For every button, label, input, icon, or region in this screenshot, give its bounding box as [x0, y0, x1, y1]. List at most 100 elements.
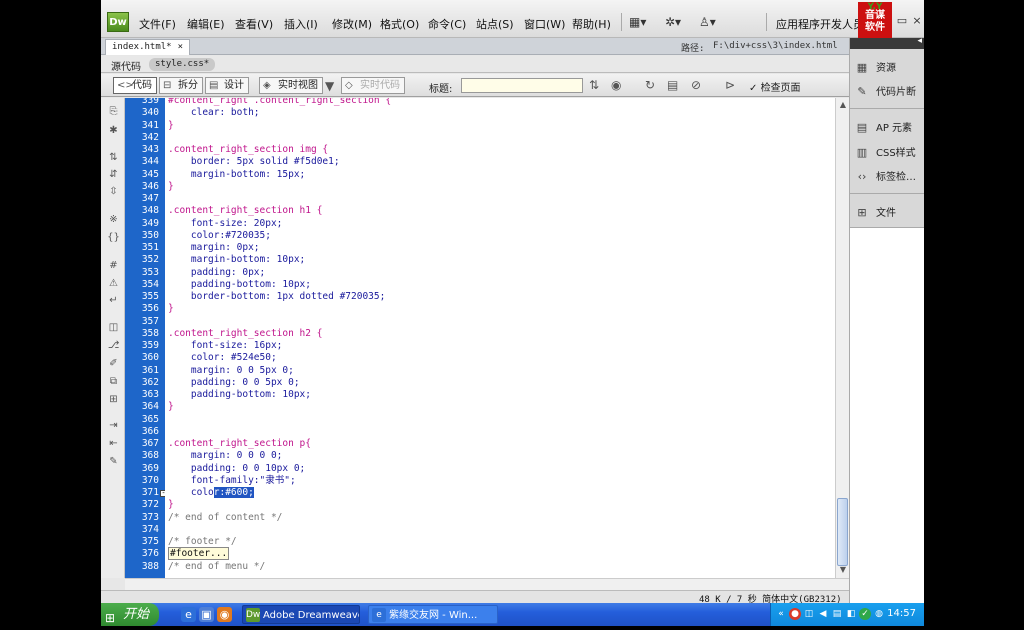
tray-network-icon[interactable]: ◫ [803, 608, 815, 620]
menu-help[interactable]: 帮助(H) [572, 16, 611, 32]
menu-format[interactable]: 格式(O) [380, 16, 419, 32]
menu-commands[interactable]: 命令(C) [428, 16, 466, 32]
indent-code-icon[interactable]: ⇥ [107, 420, 120, 432]
line-number-gutter: 339 340 341 342 343 344 345 346 347 348 349 350 351 3… [125, 98, 165, 578]
start-button[interactable]: ⊞ 开始 [101, 603, 159, 626]
style-css-tab[interactable]: style.css* [149, 58, 216, 71]
show-desktop-icon[interactable]: ▣ [199, 607, 214, 622]
line-number: 355 [141, 291, 159, 302]
panel-ap-elements[interactable]: ▤ AP 元素 [855, 120, 912, 136]
menu-insert[interactable]: 插入(I) [284, 16, 318, 32]
title-input[interactable] [461, 78, 583, 93]
word-wrap-icon[interactable]: ↵ [107, 295, 120, 307]
file-management-icon[interactable]: ⇅ [589, 78, 599, 92]
code-line: border: 5px solid #f5d0e1; [168, 156, 340, 168]
extend-icon[interactable]: ✲▾ [665, 15, 681, 29]
source-code-link[interactable]: 源代码 [111, 58, 141, 73]
refresh-icon[interactable]: ↻ [645, 78, 655, 92]
layout-icon[interactable]: ▦▾ [629, 15, 646, 29]
outdent-code-icon[interactable]: ⇤ [107, 438, 120, 450]
status-text: 48 K / 7 秒 简体中文(GB2312) [699, 595, 842, 603]
menu-edit[interactable]: 编辑(E) [187, 16, 225, 32]
code-text: .content_right_section p{ [168, 438, 311, 449]
code-line: font-family:"隶书"; [168, 475, 296, 487]
highlight-invalid-icon[interactable]: ⚠ [107, 278, 120, 290]
panel-assets[interactable]: ▦ 资源 [855, 60, 896, 76]
line-number: 373 [141, 511, 159, 523]
split-view-button[interactable]: ⊟ 拆分 [159, 77, 203, 94]
line-number: 339 [141, 98, 159, 106]
tray-arrow-icon[interactable]: « [775, 608, 787, 620]
scroll-up-icon[interactable]: ▲ [838, 100, 848, 110]
clock: 14:57 [887, 608, 916, 619]
live-code-button[interactable]: ◇ 实时代码 [341, 77, 405, 94]
select-parent-tag-icon[interactable]: ※ [107, 214, 120, 226]
wrap-tag-icon[interactable]: ⧉ [107, 376, 120, 388]
panel-snippets[interactable]: ✎ 代码片断 [855, 84, 916, 100]
visual-aids-icon[interactable]: ⊘ [691, 78, 701, 92]
code-text: clear: both; [168, 107, 260, 119]
split-view-label: 拆分 [178, 80, 198, 91]
code-text: /* end of menu */ [168, 560, 266, 572]
panel-tag-inspector[interactable]: ‹› 标签检… [855, 169, 916, 185]
format-source-icon[interactable]: ✎ [107, 456, 120, 468]
open-documents-icon[interactable]: ⎘ [107, 106, 120, 118]
tray-ime-icon[interactable]: ▤ [831, 608, 843, 620]
menu-file[interactable]: 文件(F) [139, 16, 176, 32]
line-number: 345 [141, 168, 159, 180]
minimize-icon[interactable]: ▭ [895, 14, 909, 28]
menu-view[interactable]: 查看(V) [235, 16, 273, 32]
collapse-tag-icon[interactable]: ⇅ [107, 152, 120, 164]
expand-all-icon[interactable]: ⇳ [107, 186, 120, 198]
scroll-down-icon[interactable]: ▼ [838, 565, 848, 575]
code-text: margin: 0 0 0 0; [168, 450, 283, 462]
show-code-navigator-icon[interactable]: ✱ [107, 125, 120, 137]
view-options-icon[interactable]: ▤ [667, 78, 678, 92]
live-view-dropdown-icon[interactable]: ▼ [325, 79, 334, 93]
recent-snippets-icon[interactable]: ⊞ [107, 394, 120, 406]
live-view-button[interactable]: ◈ 实时视图 [259, 77, 323, 94]
collapsed-code-block[interactable]: #footer... [168, 547, 230, 561]
panel-files[interactable]: ⊞ 文件 [855, 205, 896, 221]
site-icon[interactable]: ♙▾ [699, 15, 716, 29]
check-page-label: 检查页面 [760, 83, 801, 94]
tray-volume-icon[interactable]: ◀ [817, 608, 829, 620]
code-text: #content_right .content_right_section { [168, 98, 392, 106]
scrollbar-thumb[interactable] [837, 498, 848, 566]
vertical-scrollbar[interactable]: ▲ ▼ [835, 98, 849, 578]
task-dreamweaver[interactable]: Dw Adobe Dreamweave... [242, 605, 360, 624]
tab-close-icon[interactable]: × [178, 42, 183, 52]
firefox-icon[interactable]: ◉ [217, 607, 232, 622]
menu-site[interactable]: 站点(S) [476, 16, 514, 32]
validate-markup-icon[interactable]: ⊳ [725, 78, 735, 92]
tray-input-icon[interactable]: ◧ [845, 608, 857, 620]
close-icon[interactable]: × [910, 14, 924, 28]
tab-index-html[interactable]: index.html* × [105, 39, 191, 55]
balance-braces-icon[interactable]: {} [107, 232, 120, 244]
code-text: margin-bottom: 10px; [168, 254, 306, 266]
code-view-button[interactable]: <> 代码 [113, 77, 157, 94]
check-page-button[interactable]: ✓ 检查页面 [749, 79, 801, 94]
design-view-label: 设计 [224, 80, 244, 91]
apply-comment-icon[interactable]: ⎇ [107, 340, 120, 352]
tray-shield-icon[interactable]: ✓ [859, 608, 871, 620]
menu-window[interactable]: 窗口(W) [524, 16, 565, 32]
horizontal-scrollbar[interactable] [125, 578, 849, 590]
tray-security-icon[interactable]: ◍ [873, 608, 885, 620]
collapse-selection-icon[interactable]: ⇵ [107, 169, 120, 181]
menu-modify[interactable]: 修改(M) [332, 16, 372, 32]
remove-comment-icon[interactable]: ✐ [107, 358, 120, 370]
collapse-panel-icon[interactable]: ◂ [917, 36, 922, 46]
syntax-error-icon[interactable]: ◫ [107, 322, 120, 334]
task-browser-label: 紫缘交友网 - Win... [389, 610, 478, 621]
ie-icon[interactable]: e [181, 607, 196, 622]
line-number: 342 [141, 131, 159, 143]
tray-app-icon[interactable]: ● [789, 608, 801, 620]
line-numbers-icon[interactable]: # [107, 260, 120, 272]
preview-browser-icon[interactable]: ◉ [611, 78, 621, 92]
workspace-switcher[interactable]: 应用程序开发人员 [776, 16, 864, 32]
design-view-button[interactable]: ▤ 设计 [205, 77, 249, 94]
task-browser[interactable]: e 紫缘交友网 - Win... [368, 605, 498, 624]
code-editor[interactable]: #content_right .content_right_section { … [165, 98, 835, 578]
panel-css-styles[interactable]: ▥ CSS样式 [855, 145, 916, 161]
